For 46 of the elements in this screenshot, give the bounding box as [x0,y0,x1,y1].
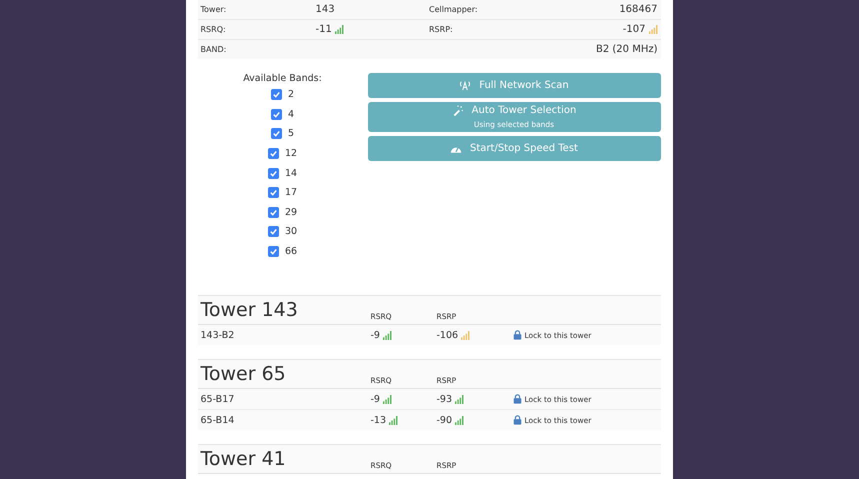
table-cell-text: 65-B17 [200,394,236,405]
band-checkbox[interactable] [268,168,279,179]
band-checkbox[interactable] [268,226,279,238]
table-cell: -90 [436,414,452,426]
table-cell: -13 [370,414,386,426]
band-label: 5 [288,128,294,140]
info-value: -11 [316,24,332,35]
tower-title: Tower 65 [200,363,287,386]
band-checkbox[interactable] [270,89,282,100]
table-cell: -93 [436,394,452,405]
info-label: RSRP: [429,25,454,34]
band-label: 14 [284,168,298,179]
info-value: B2 (20 MHz) [596,44,658,55]
info-value: -107 [622,24,646,35]
lock-icon [512,394,522,404]
info-label: Tower: [200,5,228,14]
bands-label: Available Bands: [243,73,322,84]
table-cell: -106 [436,330,458,341]
band-checkbox[interactable] [268,206,279,218]
magic-wand-icon [452,105,464,116]
info-label: Cellmapper: [429,5,479,14]
band-checkbox[interactable] [268,148,279,160]
band-label: 4 [288,108,294,120]
info-value: 168467 [619,4,658,15]
tower-title: Tower 143 [200,299,299,322]
lock-icon [512,415,522,426]
table-cell-text: 65-B14 [200,414,236,426]
band-label: 30 [284,226,298,238]
info-label: BAND: [200,45,228,54]
table-cell-text: 143-B2 [200,330,236,341]
table-cell: -9 [370,330,380,341]
band-checkbox[interactable] [270,128,282,140]
lock-icon [512,330,522,340]
info-value: 143 [316,4,335,15]
band-label: 29 [284,206,298,218]
band-label: 2 [288,89,294,100]
table-cell: -9 [370,394,380,405]
band-checkbox[interactable] [270,108,282,120]
antenna-icon [459,80,472,91]
info-label: RSRQ: [200,25,227,34]
tower-title: Tower 41 [200,448,287,470]
band-label: 66 [284,246,298,258]
band-label: 17 [284,187,298,198]
band-checkbox[interactable] [268,187,279,198]
band-checkbox[interactable] [268,246,279,258]
band-label: 12 [284,148,298,160]
